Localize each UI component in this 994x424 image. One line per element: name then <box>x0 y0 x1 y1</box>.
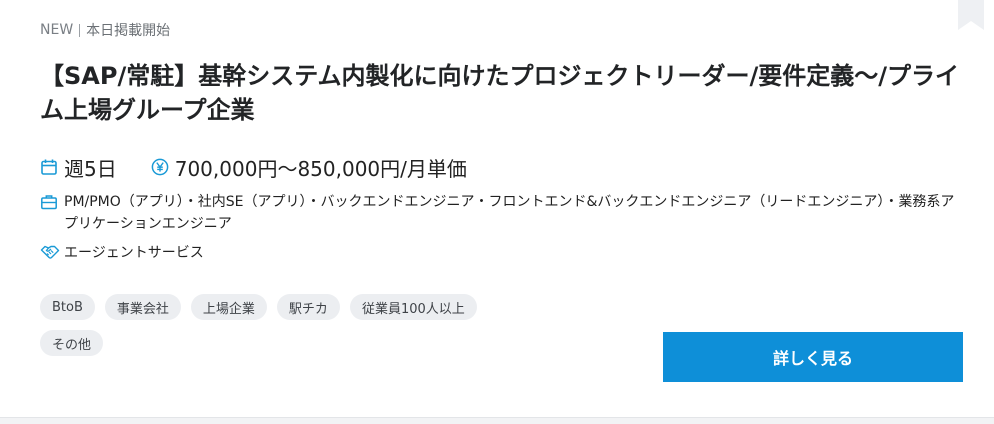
service-type: エージェントサービス <box>40 242 204 262</box>
handshake-icon <box>40 245 60 259</box>
roles-text: PM/PMO（アプリ）・社内SE（アプリ）・バックエンドエンジニア・フロントエン… <box>64 194 955 232</box>
briefcase-icon <box>41 195 57 210</box>
tag-item: 上場企業 <box>190 294 267 320</box>
bookmark-icon[interactable] <box>958 0 984 30</box>
work-conditions: 週5日 700,000円〜850,000円/月単価 <box>40 152 501 182</box>
tag-item: 駅チカ <box>276 294 340 320</box>
service-type-text: エージェントサービス <box>64 245 204 261</box>
tag-item: 従業員100人以上 <box>349 294 477 320</box>
price-text: 700,000円〜850,000円/月単価 <box>174 156 467 181</box>
tag-list: BtoB 事業会社 上場企業 駅チカ 従業員100人以上 その他 <box>40 294 500 356</box>
work-days-text: 週5日 <box>64 156 117 181</box>
job-roles: PM/PMO（アプリ）・社内SE（アプリ）・バックエンドエンジニア・フロントエン… <box>40 191 960 235</box>
posting-status: 本日掲載開始 <box>86 23 171 39</box>
job-card: NEW 本日掲載開始 【SAP/常駐】基幹システム内製化に向けたプロジェクトリー… <box>0 0 994 418</box>
calendar-icon <box>41 159 57 175</box>
tag-item: その他 <box>40 330 104 356</box>
tag-item: 事業会社 <box>104 294 181 320</box>
price: 700,000円〜850,000円/月単価 <box>151 153 467 182</box>
meta-separator <box>79 23 81 37</box>
view-details-button[interactable]: 詳しく見る <box>663 332 963 382</box>
work-days: 週5日 <box>40 153 117 182</box>
tag-item: BtoB <box>40 294 95 320</box>
job-title[interactable]: 【SAP/常駐】基幹システム内製化に向けたプロジェクトリーダー/要件定義〜/プラ… <box>40 59 965 127</box>
job-meta: NEW 本日掲載開始 <box>40 20 170 40</box>
yen-icon <box>151 158 169 176</box>
new-badge: NEW <box>40 22 74 38</box>
card-bottom-divider <box>0 418 994 424</box>
